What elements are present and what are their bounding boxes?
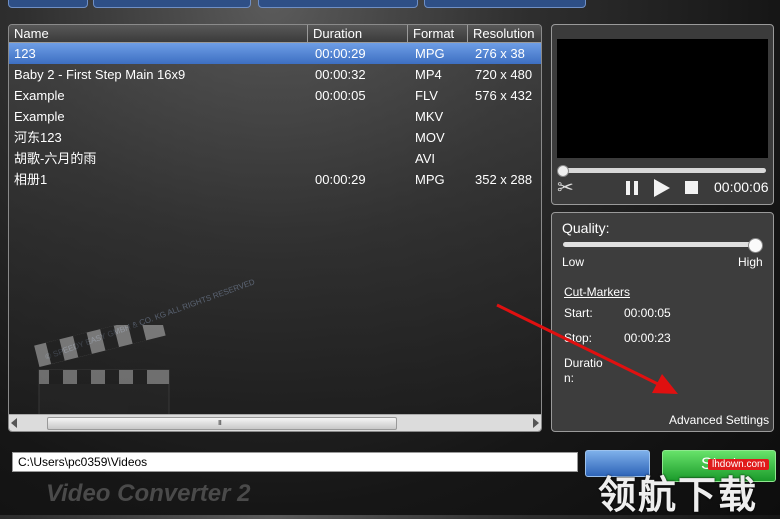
playback-time: 00:00:06 [714,179,769,195]
file-duration-cell: 00:00:32 [315,67,366,82]
file-name-cell: 相册1 [14,172,48,187]
file-name-cell: Baby 2 - First Step Main 16x9 [14,67,186,82]
file-row[interactable]: 河东123 MOV [9,127,541,148]
file-format-cell: MPG [415,172,445,187]
scroll-right-arrow-icon[interactable] [533,418,539,428]
scrollbar-grip: III [218,420,222,427]
column-header-duration[interactable]: Duration [308,25,408,42]
play-icon[interactable] [654,179,670,197]
scissors-icon[interactable]: ✂ [557,175,574,200]
site-badge: lhdown.com [708,459,770,470]
settings-panel: Quality: Low High Cut-Markers Start: 00:… [551,212,774,432]
quality-label: Quality: [562,220,610,236]
cut-start-label: Start: [564,306,593,320]
file-resolution-cell: 276 x 38 [475,46,525,61]
file-resolution-cell: 576 x 432 [475,88,533,103]
stop-icon[interactable] [685,181,698,194]
file-name-cell: 河东123 [14,130,62,145]
site-watermark-logo: 领航下载 [598,475,759,517]
cut-stop-label: Stop: [564,331,593,345]
file-row[interactable]: Example MKV [9,106,541,127]
cut-stop-value: 00:00:23 [624,331,671,345]
column-header-resolution[interactable]: Resolution [468,25,541,42]
top-tab-3[interactable] [258,0,418,8]
advanced-settings-link[interactable]: Advanced Settings [669,413,769,427]
scroll-left-arrow-icon[interactable] [11,418,17,428]
file-name-cell: 胡歌-六月的雨 [14,151,97,166]
file-name-cell: 123 [14,46,36,61]
app-brand-name: Video Converter 2 [46,480,251,507]
top-tab-1[interactable] [8,0,88,8]
horizontal-scrollbar[interactable]: III [9,414,541,431]
file-row[interactable]: 胡歌-六月的雨 AVI [9,148,541,169]
file-format-cell: MP4 [415,67,442,82]
file-resolution-cell: 352 x 288 [475,172,533,187]
file-row[interactable]: 123 00:00:29 MPG 276 x 38 [9,43,541,64]
column-header-format[interactable]: Format [408,25,468,42]
column-header-name[interactable]: Name [9,25,308,42]
file-format-cell: MPG [415,46,445,61]
quality-low-label: Low [562,255,585,269]
file-list-header: Name Duration Format Resolution [9,25,541,43]
quality-high-label: High [738,255,763,269]
file-row[interactable]: Baby 2 - First Step Main 16x9 00:00:32 MP4… [9,64,541,85]
file-duration-cell: 00:00:05 [315,88,366,103]
output-path-field[interactable] [12,452,578,472]
cut-duration-label: Duration: [564,356,603,385]
file-format-cell: FLV [415,88,438,103]
file-row[interactable]: 相册1 00:00:29 MPG 352 x 288 [9,169,541,190]
file-list-panel: © SPEEDY EASY GMBH & CO. KG ALL RIGHTS R… [8,24,542,432]
top-tab-4[interactable] [424,0,586,8]
file-format-cell: MOV [415,130,445,145]
preview-panel: ✂ 00:00:06 [551,24,774,205]
quality-slider[interactable] [563,242,758,247]
scrollbar-thumb[interactable]: III [47,417,397,430]
video-preview [557,39,768,158]
pause-icon[interactable] [626,181,638,195]
file-name-cell: Example [14,88,65,103]
cut-markers-link[interactable]: Cut-Markers [564,285,630,299]
quality-slider-knob[interactable] [748,238,763,253]
cut-start-value: 00:00:05 [624,306,671,320]
file-format-cell: AVI [415,151,435,166]
file-name-cell: Example [14,109,65,124]
file-duration-cell: 00:00:29 [315,172,366,187]
seek-bar[interactable] [560,168,766,173]
top-tab-2[interactable] [93,0,251,8]
file-resolution-cell: 720 x 480 [475,67,533,82]
file-duration-cell: 00:00:29 [315,46,366,61]
file-row[interactable]: Example 00:00:05 FLV 576 x 432 [9,85,541,106]
file-format-cell: MKV [415,109,444,124]
